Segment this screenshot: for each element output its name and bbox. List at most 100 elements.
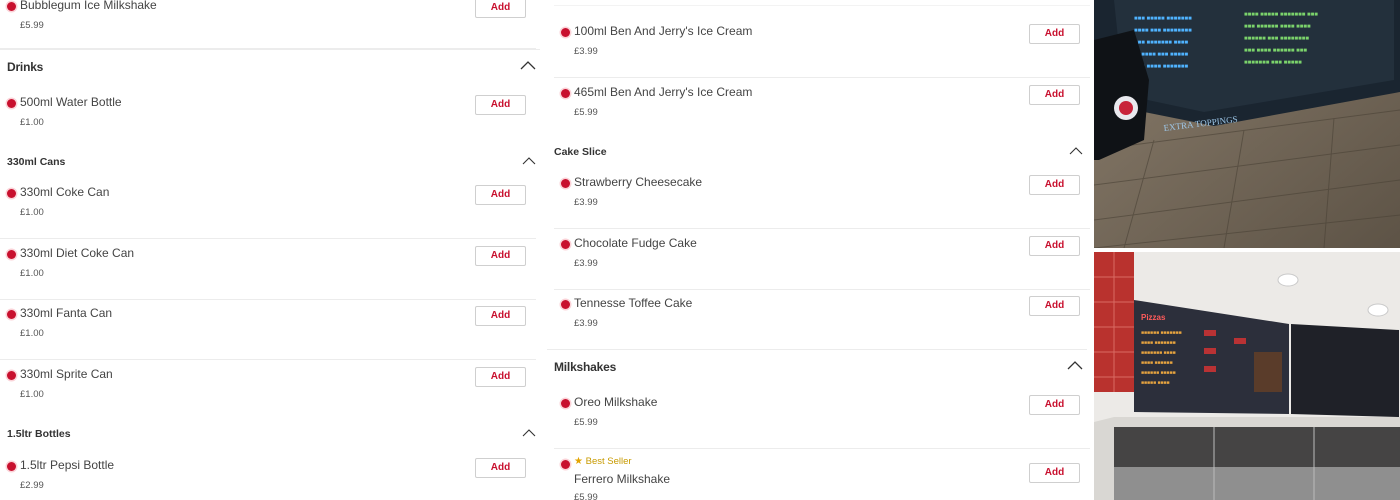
section-header-milkshakes[interactable]: Milkshakes [547, 349, 1087, 379]
menu-item[interactable]: Strawberry Cheesecake £3.99 Add [554, 169, 1090, 229]
counter-photo-illustration: Pizzas ■■■■■■ ■■■■■■■ ■■■■ ■■■■■■■ ■■■■■… [1094, 252, 1400, 500]
add-button[interactable]: Add [475, 246, 526, 266]
add-button[interactable]: Add [1029, 463, 1080, 483]
add-button[interactable]: Add [475, 0, 526, 18]
subsection-title: 1.5ltr Bottles [7, 428, 71, 440]
add-button[interactable]: Add [1029, 296, 1080, 316]
subsection-header-cake-slice[interactable]: Cake Slice [547, 140, 1087, 164]
subsection-header-bottles[interactable]: 1.5ltr Bottles [0, 422, 540, 446]
item-price: £3.99 [574, 258, 598, 269]
svg-text:■■■■ ■■■■■■: ■■■■ ■■■■■■ [1141, 360, 1173, 366]
nonveg-indicator-icon [561, 300, 570, 309]
menu-item[interactable]: 330ml Diet Coke Can £1.00 Add [0, 240, 536, 300]
item-price: £3.99 [574, 197, 598, 208]
nonveg-indicator-icon [7, 189, 16, 198]
menu-item[interactable]: 500ml Water Bottle £1.00 Add [0, 89, 536, 149]
menu-item[interactable]: Bubblegum Ice Milkshake £5.99 Add [0, 0, 536, 49]
section-title: Drinks [7, 60, 44, 74]
add-button[interactable]: Add [1029, 24, 1080, 44]
chevron-up-icon[interactable] [522, 156, 536, 165]
menu-item[interactable]: ★ Best Seller Ferrero Milkshake £5.99 Ad… [554, 450, 1090, 500]
item-price: £5.99 [574, 417, 598, 428]
svg-text:■■■■ ■■■■■ ■■■■■■■ ■■■: ■■■■ ■■■■■ ■■■■■■■ ■■■ [1244, 12, 1318, 18]
add-button[interactable]: Add [475, 185, 526, 205]
item-name: 500ml Water Bottle [20, 95, 122, 109]
item-name: 1.5ltr Pepsi Bottle [20, 458, 115, 472]
item-name: 100ml Ben And Jerry's Ice Cream [574, 24, 753, 38]
item-price: £3.99 [574, 318, 598, 329]
section-title: Milkshakes [554, 360, 617, 374]
chevron-up-icon[interactable] [1067, 360, 1083, 370]
section-header-desserts[interactable] [554, 0, 1090, 6]
svg-text:■■■ ■■■■ ■■■■■■ ■■■: ■■■ ■■■■ ■■■■■■ ■■■ [1244, 48, 1307, 54]
section-header-drinks[interactable]: Drinks [0, 49, 540, 79]
add-button[interactable]: Add [1029, 85, 1080, 105]
item-name: Oreo Milkshake [574, 395, 658, 409]
screen-heading: Pizzas [1141, 313, 1166, 322]
nonveg-indicator-icon [561, 28, 570, 37]
item-name: 330ml Fanta Can [20, 306, 113, 320]
restaurant-photos: ■■■ ■■■■■ ■■■■■■■ ■■■■ ■■■ ■■■■■■■■ ■■■ … [1094, 0, 1400, 500]
nonveg-indicator-icon [7, 310, 16, 319]
item-price: £1.00 [20, 117, 44, 128]
item-price: £3.99 [574, 46, 598, 57]
item-name: Chocolate Fudge Cake [574, 236, 697, 250]
item-name: Strawberry Cheesecake [574, 175, 703, 189]
item-price: £5.99 [574, 492, 598, 500]
star-icon: ★ [574, 456, 583, 467]
svg-text:■■■■■■ ■■■■■■■: ■■■■■■ ■■■■■■■ [1141, 330, 1182, 336]
add-button[interactable]: Add [1029, 175, 1080, 195]
menu-item[interactable]: 465ml Ben And Jerry's Ice Cream £5.99 Ad… [554, 79, 1090, 139]
menu-item[interactable]: 100ml Ben And Jerry's Ice Cream £3.99 Ad… [554, 18, 1090, 78]
item-price: £1.00 [20, 268, 44, 279]
item-name: Bubblegum Ice Milkshake [20, 0, 157, 12]
chevron-up-icon[interactable] [1069, 146, 1083, 155]
add-button[interactable]: Add [475, 95, 526, 115]
svg-text:■■■■■■ ■■■ ■■■■■: ■■■■■■ ■■■ ■■■■■ [1134, 52, 1188, 58]
menu-item[interactable]: 330ml Fanta Can £1.00 Add [0, 300, 536, 360]
nonveg-indicator-icon [7, 250, 16, 259]
nonveg-indicator-icon [561, 179, 570, 188]
svg-text:■■■■■■■ ■■■ ■■■■■: ■■■■■■■ ■■■ ■■■■■ [1244, 60, 1302, 66]
menu-item[interactable]: 330ml Sprite Can £1.00 Add [0, 361, 536, 421]
menu-item[interactable]: Tennesse Toffee Cake £3.99 Add [554, 290, 1090, 350]
item-price: £5.99 [20, 20, 44, 31]
menu-item[interactable]: Oreo Milkshake £5.99 Add [554, 389, 1090, 449]
svg-text:■■■■■■ ■■■ ■■■■■■■■: ■■■■■■ ■■■ ■■■■■■■■ [1244, 36, 1309, 42]
nonveg-indicator-icon [7, 462, 16, 471]
svg-text:■■■■ ■■■ ■■■■■■■■: ■■■■ ■■■ ■■■■■■■■ [1134, 28, 1192, 34]
subsection-title: Cake Slice [554, 146, 607, 158]
nonveg-indicator-icon [7, 2, 16, 11]
item-name: 330ml Diet Coke Can [20, 246, 135, 260]
menu-item[interactable]: Chocolate Fudge Cake £3.99 Add [554, 230, 1090, 290]
svg-text:■■■ ■■■■■■ ■■■■ ■■■■: ■■■ ■■■■■■ ■■■■ ■■■■ [1244, 24, 1311, 30]
best-seller-badge: ★ Best Seller [574, 456, 632, 467]
restaurant-photo-menu-board[interactable]: ■■■ ■■■■■ ■■■■■■■ ■■■■ ■■■ ■■■■■■■■ ■■■ … [1094, 0, 1400, 248]
svg-text:■■■■■■■ ■■■■: ■■■■■■■ ■■■■ [1141, 350, 1176, 356]
svg-text:■■■ ■■■■■ ■■■■■■■: ■■■ ■■■■■ ■■■■■■■ [1134, 16, 1192, 22]
item-name: 465ml Ben And Jerry's Ice Cream [574, 85, 753, 99]
chevron-up-icon[interactable] [522, 428, 536, 437]
item-price: £1.00 [20, 328, 44, 339]
subsection-header-cans[interactable]: 330ml Cans [0, 150, 540, 174]
subsection-title: 330ml Cans [7, 156, 66, 168]
add-button[interactable]: Add [475, 458, 526, 478]
menu-item[interactable]: 330ml Coke Can £1.00 Add [0, 179, 536, 239]
add-button[interactable]: Add [475, 306, 526, 326]
nonveg-indicator-icon [561, 399, 570, 408]
nonveg-indicator-icon [561, 460, 570, 469]
item-price: £5.99 [574, 107, 598, 118]
add-button[interactable]: Add [1029, 395, 1080, 415]
item-name: 330ml Sprite Can [20, 367, 113, 381]
chevron-up-icon[interactable] [520, 60, 536, 70]
menu-item[interactable]: 1.5ltr Pepsi Bottle £2.99 Add [0, 452, 536, 500]
restaurant-photo-counter[interactable]: Pizzas ■■■■■■ ■■■■■■■ ■■■■ ■■■■■■■ ■■■■■… [1094, 252, 1400, 500]
item-name: 330ml Coke Can [20, 185, 110, 199]
svg-text:■■■■■ ■■■■: ■■■■■ ■■■■ [1141, 380, 1170, 386]
svg-text:■■■■ ■■■■■■■: ■■■■ ■■■■■■■ [1141, 340, 1176, 346]
nonveg-indicator-icon [7, 99, 16, 108]
add-button[interactable]: Add [475, 367, 526, 387]
add-button[interactable]: Add [1029, 236, 1080, 256]
nonveg-indicator-icon [7, 371, 16, 380]
svg-text:■■■ ■■■■■■■ ■■■■: ■■■ ■■■■■■■ ■■■■ [1134, 40, 1188, 46]
